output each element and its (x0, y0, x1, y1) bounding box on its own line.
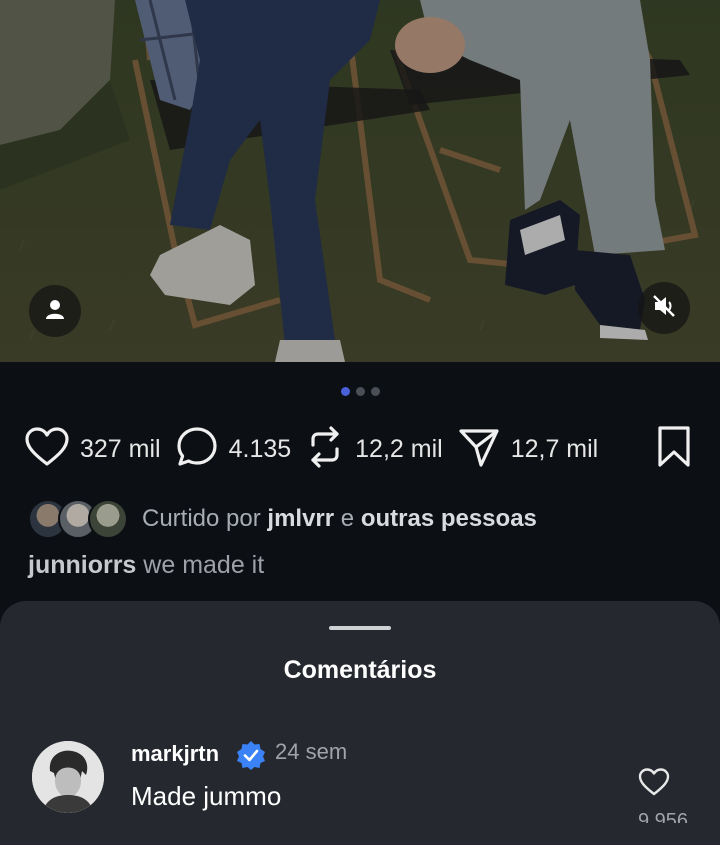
repost-action[interactable]: 12,2 mil (305, 425, 457, 474)
comments-count[interactable]: 4.135 (229, 435, 292, 464)
liker-avatars (28, 499, 128, 539)
caption-username[interactable]: junniorrs (28, 551, 136, 579)
comment-like-button[interactable] (638, 767, 670, 802)
commenter-avatar[interactable] (32, 741, 104, 813)
mute-button[interactable] (638, 282, 690, 334)
sheet-bottom-edge (0, 823, 720, 845)
bookmark-icon[interactable] (656, 425, 692, 473)
person-icon (44, 298, 66, 325)
save-button[interactable] (656, 425, 692, 474)
liked-by-connector: e (340, 505, 355, 532)
carousel-dot-active (340, 387, 350, 396)
avatar (88, 499, 128, 539)
speaker-muted-icon (650, 292, 678, 325)
carousel-indicator (0, 387, 720, 396)
liked-by-others[interactable]: outras pessoas (361, 505, 537, 533)
comment-action[interactable]: 4.135 (175, 425, 306, 474)
liked-by-prefix: Curtido por (142, 505, 261, 532)
sheet-title: Comentários (283, 656, 437, 684)
shares-count[interactable]: 12,7 mil (511, 435, 599, 464)
caption-text: we made it (143, 551, 265, 579)
share-action[interactable]: 12,7 mil (457, 425, 613, 474)
repost-icon[interactable] (305, 425, 345, 474)
comment-username[interactable]: markjrtn (131, 741, 219, 767)
carousel-dot (370, 387, 380, 396)
send-icon[interactable] (457, 425, 501, 474)
verified-badge-icon (236, 740, 266, 775)
post-caption: junniorrs we made it (28, 551, 264, 580)
heart-icon[interactable] (24, 426, 70, 473)
like-action[interactable]: 327 mil (24, 426, 175, 473)
comment-text: Made jummo (131, 781, 282, 811)
sheet-drag-handle[interactable] (329, 626, 391, 630)
carousel-dot (355, 387, 365, 396)
reposts-count[interactable]: 12,2 mil (355, 435, 443, 464)
post-photo[interactable] (0, 0, 720, 362)
comment-bubble-icon[interactable] (175, 425, 219, 474)
comment-timestamp: 24 sem (275, 739, 348, 764)
post-actions: 327 mil 4.135 12,2 mil 12,7 mil (24, 425, 692, 474)
liked-by-row[interactable]: Curtido por jmlvrr e outras pessoas (28, 499, 537, 539)
comments-sheet: Comentários markjrtn 24 sem Made jummo 9… (0, 601, 720, 845)
tagged-users-button[interactable] (29, 285, 81, 337)
heart-icon[interactable] (638, 768, 670, 801)
liked-by-user[interactable]: jmlvrr (267, 505, 334, 533)
likes-count[interactable]: 327 mil (80, 435, 161, 464)
